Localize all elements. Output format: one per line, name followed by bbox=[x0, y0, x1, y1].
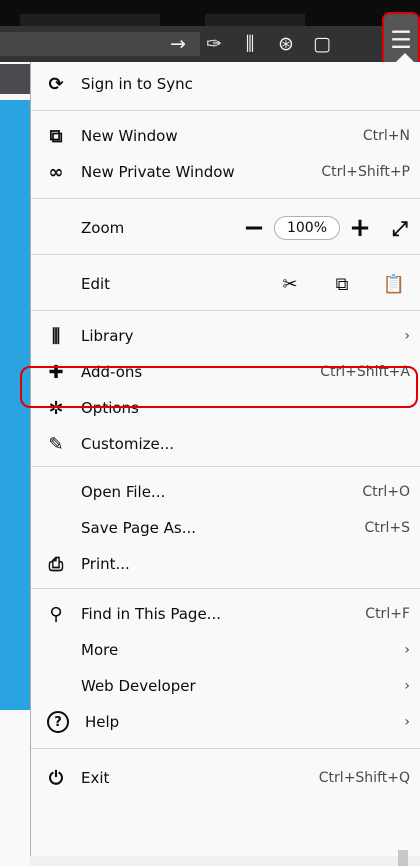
menu-item-new-window[interactable]: ⧉ New Window Ctrl+N bbox=[31, 118, 420, 154]
copy-button[interactable]: ⧉ bbox=[316, 274, 368, 295]
menu-item-new-private-window[interactable]: ∞ New Private Window Ctrl+Shift+P bbox=[31, 154, 420, 190]
menu-item-web-developer[interactable]: Web Developer › bbox=[31, 668, 420, 704]
edit-controls: ✂ ⧉ 📋 bbox=[264, 274, 420, 295]
power-icon: ⏻ bbox=[48, 767, 64, 789]
sidebar-icon[interactable]: ▢ bbox=[304, 26, 340, 62]
add-ons-highlight bbox=[20, 366, 418, 408]
menu-item-label: Save Page As... bbox=[81, 519, 197, 537]
menu-item-zoom: Zoom − 100% + ⤢ bbox=[31, 206, 420, 250]
menu-item-save-page[interactable]: Save Page As... Ctrl+S bbox=[31, 510, 420, 546]
menu-item-label: More bbox=[81, 641, 119, 659]
submenu-arrow: › bbox=[404, 714, 410, 730]
page-header-strip bbox=[0, 64, 30, 94]
menu-item-open-file[interactable]: Open File... Ctrl+O bbox=[31, 474, 420, 510]
wrench-icon[interactable]: ✑ bbox=[196, 26, 232, 62]
sync-icon: ⟳ bbox=[48, 73, 64, 95]
cut-button[interactable]: ✂ bbox=[264, 274, 316, 295]
menu-item-label: Find in This Page... bbox=[81, 605, 221, 623]
shortcut-label: Ctrl+N bbox=[362, 128, 410, 144]
tab-strip-secondary bbox=[205, 14, 305, 26]
library-icon[interactable]: ⫼ bbox=[232, 26, 268, 62]
menu-item-sign-in[interactable]: ⟳ Sign in to Sync bbox=[31, 62, 420, 106]
fullscreen-button[interactable]: ⤢ bbox=[380, 218, 420, 238]
scrollbar-thumb[interactable] bbox=[398, 850, 408, 866]
menu-item-help[interactable]: ? Help › bbox=[31, 704, 420, 740]
app-menu-panel: ⟳ Sign in to Sync ⧉ New Window Ctrl+N ∞ … bbox=[30, 53, 420, 856]
shortcut-label: Ctrl+S bbox=[364, 520, 410, 536]
separator bbox=[31, 466, 420, 467]
menu-item-more[interactable]: More › bbox=[31, 632, 420, 668]
tab-strip bbox=[20, 14, 160, 26]
separator bbox=[31, 310, 420, 311]
submenu-arrow: › bbox=[404, 642, 410, 658]
menu-item-library[interactable]: ⫼ Library › bbox=[31, 318, 420, 354]
menu-item-label: Web Developer bbox=[81, 677, 196, 695]
brush-icon: ✎ bbox=[48, 433, 64, 455]
shortcut-label: Ctrl+Shift+Q bbox=[318, 770, 410, 786]
zoom-in-button[interactable]: + bbox=[340, 215, 380, 241]
menu-item-print[interactable]: ⎙ Print... bbox=[31, 546, 420, 582]
search-icon: ⚲ bbox=[49, 603, 63, 625]
menu-item-customize[interactable]: ✎ Customize... bbox=[31, 426, 420, 462]
private-mask-icon: ∞ bbox=[48, 161, 64, 183]
separator bbox=[31, 254, 420, 255]
submenu-arrow: › bbox=[404, 678, 410, 694]
menu-item-label: Sign in to Sync bbox=[81, 75, 193, 93]
library-icon: ⫼ bbox=[51, 325, 61, 347]
menu-item-label: New Window bbox=[81, 127, 178, 145]
shortcut-label: Ctrl+F bbox=[365, 606, 410, 622]
menu-item-label: New Private Window bbox=[81, 163, 235, 181]
submenu-arrow: › bbox=[404, 328, 410, 344]
panel-arrow bbox=[396, 53, 414, 62]
shortcut-label: Ctrl+Shift+P bbox=[321, 164, 410, 180]
zoom-controls: − 100% + ⤢ bbox=[234, 215, 420, 241]
menu-item-label: Edit bbox=[81, 275, 111, 293]
separator bbox=[31, 588, 420, 589]
zoom-reset-button[interactable]: 100% bbox=[273, 216, 340, 240]
menu-item-edit: Edit ✂ ⧉ 📋 bbox=[31, 262, 420, 306]
menu-item-label: Help bbox=[85, 713, 120, 731]
menu-item-label: Customize... bbox=[81, 435, 175, 453]
help-icon: ? bbox=[47, 711, 69, 733]
panel-bottom-gap bbox=[30, 856, 420, 866]
separator bbox=[31, 748, 420, 749]
new-window-icon: ⧉ bbox=[49, 125, 63, 147]
separator bbox=[31, 110, 420, 111]
separator bbox=[31, 198, 420, 199]
menu-item-label: Zoom bbox=[81, 219, 125, 237]
globe-icon[interactable]: ⊛ bbox=[268, 26, 304, 62]
menu-item-label: Library bbox=[81, 327, 134, 345]
toolbar-buttons: → ✑ ⫼ ⊛ ▢ bbox=[160, 26, 340, 62]
printer-icon: ⎙ bbox=[48, 553, 64, 575]
menu-item-find[interactable]: ⚲ Find in This Page... Ctrl+F bbox=[31, 596, 420, 632]
menu-item-exit[interactable]: ⏻ Exit Ctrl+Shift+Q bbox=[31, 756, 420, 800]
zoom-out-button[interactable]: − bbox=[234, 215, 274, 241]
arrow-right-icon[interactable]: → bbox=[160, 26, 196, 62]
menu-item-label: Print... bbox=[81, 555, 130, 573]
shortcut-label: Ctrl+O bbox=[362, 484, 410, 500]
menu-item-label: Exit bbox=[81, 769, 110, 787]
menu-item-label: Open File... bbox=[81, 483, 166, 501]
paste-button[interactable]: 📋 bbox=[368, 274, 420, 295]
